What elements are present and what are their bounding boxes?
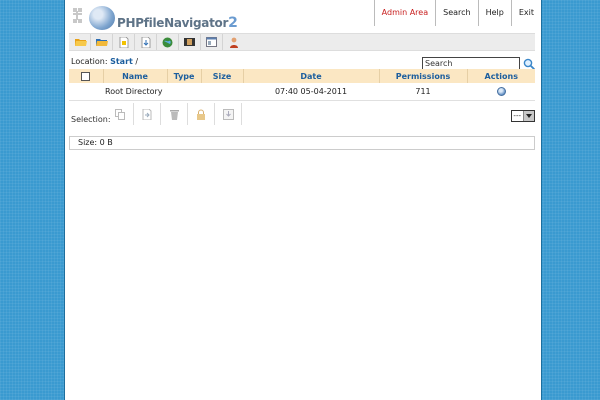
app-window: PHPfileNavigator2 Admin Area Search Help… (64, 0, 542, 400)
window-icon[interactable] (201, 34, 223, 50)
app-logo[interactable]: PHPfileNavigator2 (69, 4, 238, 32)
column-name[interactable]: Name (103, 69, 168, 83)
logo-text: PHPfileNavigator2 (117, 15, 238, 31)
selection-label: Selection: (71, 115, 111, 124)
globe-icon[interactable] (157, 34, 179, 50)
open-folder-icon[interactable] (69, 34, 91, 50)
help-link[interactable]: Help (477, 0, 511, 26)
move-file-icon[interactable] (134, 103, 161, 125)
column-size[interactable]: Size (201, 69, 244, 83)
size-status-bar: Size: 0 B (69, 136, 535, 150)
selection-dropdown[interactable]: --- (511, 110, 535, 122)
new-file-icon[interactable] (113, 34, 135, 50)
chevron-down-icon (523, 111, 534, 121)
row-actions (467, 83, 535, 101)
selection-dropdown-value: --- (513, 112, 521, 120)
plus-grid-icon (73, 8, 85, 28)
selection-toolbar: Selection: --- (69, 103, 535, 125)
file-table: Name Type Size Date Permissions Actions … (69, 69, 535, 101)
lock-icon[interactable] (188, 103, 215, 125)
logo-ball-icon (89, 6, 115, 30)
column-date[interactable]: Date (243, 69, 380, 83)
toolbar (69, 33, 535, 51)
row-date: 07:40 05-04-2011 (243, 83, 379, 101)
select-all-checkbox[interactable] (81, 71, 91, 81)
upload-icon[interactable] (135, 34, 157, 50)
column-permissions[interactable]: Permissions (379, 69, 468, 83)
location-breadcrumb: Location: Start / (71, 57, 138, 66)
top-navigation: Admin Area Search Help Exit (373, 0, 541, 26)
magnifier-icon[interactable] (523, 58, 535, 70)
admin-area-link[interactable]: Admin Area (373, 0, 435, 26)
row-permissions[interactable]: 711 (379, 83, 467, 101)
row-size (201, 83, 243, 101)
info-icon[interactable] (496, 87, 506, 96)
size-text: Size: 0 B (78, 138, 113, 147)
column-actions: Actions (467, 69, 535, 83)
search-link[interactable]: Search (435, 0, 477, 26)
exit-link[interactable]: Exit (510, 0, 541, 26)
download-icon[interactable] (215, 103, 242, 125)
column-type[interactable]: Type (167, 69, 202, 83)
location-label: Location: (71, 57, 108, 66)
table-header-row: Name Type Size Date Permissions Actions (69, 69, 535, 83)
breadcrumb-separator: / (135, 57, 139, 66)
select-all-cell[interactable] (69, 69, 104, 83)
table-row[interactable]: Root Directory 07:40 05-04-2011 711 (69, 83, 535, 101)
row-select-cell (69, 83, 103, 101)
user-icon[interactable] (223, 34, 245, 50)
breadcrumb-start-link[interactable]: Start (110, 57, 133, 66)
row-name[interactable]: Root Directory (103, 83, 201, 101)
trash-icon[interactable] (161, 103, 188, 125)
new-folder-icon[interactable] (91, 34, 113, 50)
film-icon[interactable] (179, 34, 201, 50)
copy-icon[interactable] (107, 103, 134, 125)
